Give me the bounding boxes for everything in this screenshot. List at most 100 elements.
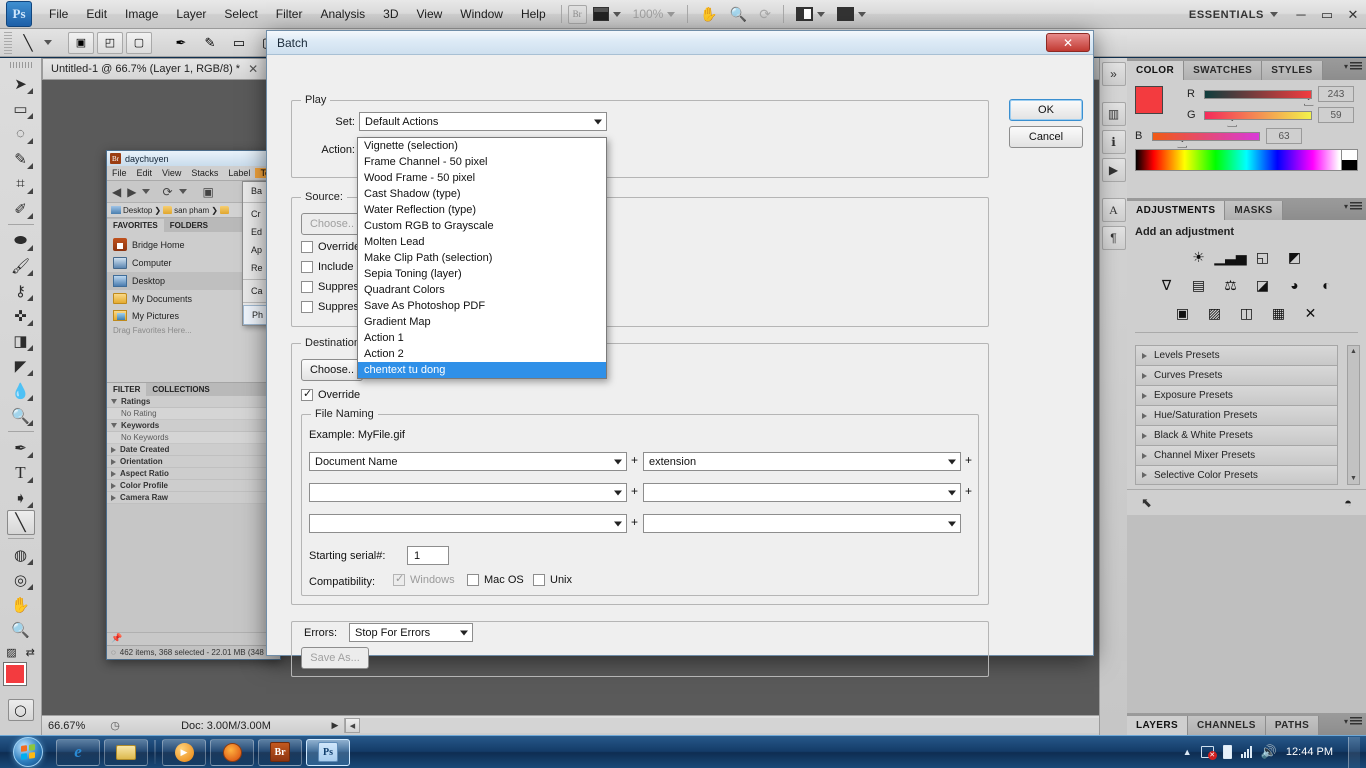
bridge-title-bar[interactable]: Br daychuyen bbox=[107, 151, 280, 166]
layers-panel-menu-button[interactable]: ▾ bbox=[1344, 717, 1362, 726]
foreground-color-swatch[interactable] bbox=[3, 663, 26, 685]
taskbar-firefox[interactable] bbox=[210, 738, 254, 766]
hand-tool-button[interactable]: ✋ bbox=[694, 3, 723, 26]
show-desktop-button[interactable] bbox=[1348, 736, 1360, 768]
tab-filter[interactable]: FILTER bbox=[107, 383, 147, 396]
fill-pixels-button[interactable]: ▢ bbox=[126, 31, 152, 54]
path-selection-tool[interactable]: ➧ bbox=[7, 485, 35, 510]
menu-edit[interactable]: Edit bbox=[77, 2, 116, 26]
naming-row1-left-combobox[interactable]: Document Name bbox=[309, 452, 627, 471]
freeform-pen-icon[interactable]: ✎ bbox=[197, 32, 223, 54]
action-option[interactable]: Action 2 bbox=[358, 346, 606, 362]
workspace-label[interactable]: ESSENTIALS bbox=[1183, 9, 1270, 21]
blue-slider[interactable] bbox=[1152, 131, 1260, 148]
tab-layers[interactable]: LAYERS bbox=[1127, 716, 1189, 735]
checkbox[interactable] bbox=[301, 241, 313, 253]
action-option[interactable]: Molten Lead bbox=[358, 234, 606, 250]
brush-tool[interactable]: 🖌 bbox=[7, 253, 35, 278]
errors-save-as-button[interactable]: Save As... bbox=[301, 647, 369, 669]
eyedropper-tool[interactable]: ✐ bbox=[7, 196, 35, 221]
signal-icon[interactable] bbox=[1240, 746, 1252, 758]
source-suppress-color-checkbox-row[interactable]: Suppres bbox=[301, 281, 359, 293]
destination-choose-button[interactable]: Choose.. bbox=[301, 359, 363, 381]
horizontal-type-tool[interactable]: T bbox=[7, 460, 35, 485]
info-panel-icon[interactable]: ℹ bbox=[1101, 130, 1126, 154]
action-option[interactable]: Frame Channel - 50 pixel bbox=[358, 154, 606, 170]
menu-select[interactable]: Select bbox=[215, 2, 266, 26]
starting-serial-input[interactable]: 1 bbox=[407, 546, 449, 565]
menu-image[interactable]: Image bbox=[116, 2, 167, 26]
action-option[interactable]: Vignette (selection) bbox=[358, 138, 606, 154]
filter-date-created[interactable]: Date Created bbox=[107, 444, 280, 456]
scroll-up-arrow-icon[interactable]: ▲ bbox=[1348, 346, 1359, 357]
default-colors-icon[interactable]: ▨ bbox=[6, 646, 16, 659]
crop-tool[interactable]: ⌗ bbox=[7, 171, 35, 196]
preset-levels[interactable]: Levels Presets bbox=[1135, 345, 1338, 365]
breadcrumb-desktop[interactable]: Desktop bbox=[123, 206, 152, 215]
checkbox[interactable] bbox=[301, 281, 313, 293]
move-tool[interactable]: ➤ bbox=[7, 71, 35, 96]
network-error-icon[interactable]: ✕ bbox=[1200, 746, 1217, 760]
bridge-menu-view[interactable]: View bbox=[157, 168, 186, 178]
close-icon[interactable]: ✕ bbox=[1046, 33, 1090, 52]
compat-unix-checkbox-row[interactable]: Unix bbox=[533, 574, 572, 586]
source-include-checkbox-row[interactable]: Include bbox=[301, 261, 353, 273]
3d-orbit-tool[interactable]: ◎ bbox=[7, 567, 35, 592]
preset-channel-mixer[interactable]: Channel Mixer Presets bbox=[1135, 445, 1338, 465]
tools-panel-grip[interactable] bbox=[9, 62, 32, 68]
action-option[interactable]: Water Reflection (type) bbox=[358, 202, 606, 218]
launch-bridge-icon[interactable]: Br bbox=[567, 4, 587, 24]
taskbar-internet-explorer[interactable]: e bbox=[56, 738, 100, 766]
filter-ratings[interactable]: Ratings bbox=[107, 396, 280, 408]
preset-black-white[interactable]: Black & White Presets bbox=[1135, 425, 1338, 445]
hand-tool[interactable]: ✋ bbox=[7, 592, 35, 617]
bridge-menu-label[interactable]: Label bbox=[223, 168, 255, 178]
taskbar-adobe-bridge[interactable]: Br bbox=[258, 738, 302, 766]
red-value[interactable]: 243 bbox=[1318, 86, 1354, 102]
naming-row2-left-combobox[interactable] bbox=[309, 483, 627, 502]
compat-macos-checkbox-row[interactable]: Mac OS bbox=[467, 574, 524, 586]
destination-override-checkbox-row[interactable]: Override bbox=[301, 387, 360, 401]
curves-icon[interactable]: ◱ bbox=[1251, 246, 1274, 268]
taskbar-adobe-photoshop[interactable]: Ps bbox=[306, 738, 350, 766]
menu-layer[interactable]: Layer bbox=[167, 2, 215, 26]
spot-healing-brush-tool[interactable]: ⬬ bbox=[7, 228, 35, 253]
document-tab[interactable]: Untitled-1 @ 66.7% (Layer 1, RGB/8) * ✕ bbox=[42, 58, 268, 79]
status-menu-arrow-icon[interactable]: ▶ bbox=[326, 720, 344, 731]
breadcrumb-sanpham[interactable]: san pham bbox=[174, 206, 209, 215]
red-slider-thumb[interactable] bbox=[1303, 98, 1314, 106]
compat-windows-checkbox-row[interactable]: Windows bbox=[393, 572, 455, 586]
back-arrow-icon[interactable]: ◀ bbox=[112, 185, 121, 199]
checkbox[interactable] bbox=[301, 261, 313, 273]
action-option-selected[interactable]: chentext tu dong bbox=[358, 362, 606, 378]
checkbox[interactable] bbox=[301, 301, 313, 313]
tab-styles[interactable]: STYLES bbox=[1262, 61, 1323, 80]
rotate-view-tool-button[interactable]: ⟳ bbox=[753, 3, 777, 26]
preset-exposure[interactable]: Exposure Presets bbox=[1135, 385, 1338, 405]
source-suppress-dialogs-checkbox-row[interactable]: Suppres bbox=[301, 301, 359, 313]
filter-no-rating[interactable]: No Rating bbox=[107, 408, 280, 420]
adobe-bridge-window[interactable]: Br daychuyen File Edit View Stacks Label… bbox=[106, 150, 377, 660]
checkbox[interactable] bbox=[301, 387, 313, 401]
hue-saturation-icon[interactable]: ▤ bbox=[1187, 274, 1210, 296]
filter-camera-raw[interactable]: Camera Raw bbox=[107, 492, 280, 504]
action-option[interactable]: Cast Shadow (type) bbox=[358, 186, 606, 202]
forward-arrow-icon[interactable]: ▶ bbox=[127, 185, 136, 199]
menu-filter[interactable]: Filter bbox=[267, 2, 312, 26]
action-option[interactable]: Save As Photoshop PDF bbox=[358, 298, 606, 314]
rectangular-marquee-tool[interactable]: ▭ bbox=[7, 96, 35, 121]
action-option[interactable]: Quadrant Colors bbox=[358, 282, 606, 298]
pen-tool[interactable]: ✒ bbox=[7, 435, 35, 460]
arrange-documents-button[interactable] bbox=[790, 4, 831, 24]
pen-tool-icon[interactable]: ✒ bbox=[168, 32, 194, 54]
view-extras-button[interactable] bbox=[587, 4, 627, 24]
taskbar-windows-explorer[interactable] bbox=[104, 738, 148, 766]
vibrance-icon[interactable]: ∇ bbox=[1155, 274, 1178, 296]
source-override-checkbox-row[interactable]: Override bbox=[301, 241, 360, 253]
character-panel-icon[interactable]: A bbox=[1101, 198, 1126, 222]
tab-folders[interactable]: FOLDERS bbox=[164, 219, 214, 232]
action-option[interactable]: Custom RGB to Grayscale bbox=[358, 218, 606, 234]
bridge-menu-edit[interactable]: Edit bbox=[132, 168, 158, 178]
action-option[interactable]: Wood Frame - 50 pixel bbox=[358, 170, 606, 186]
expand-panels-icon[interactable]: » bbox=[1101, 62, 1126, 86]
